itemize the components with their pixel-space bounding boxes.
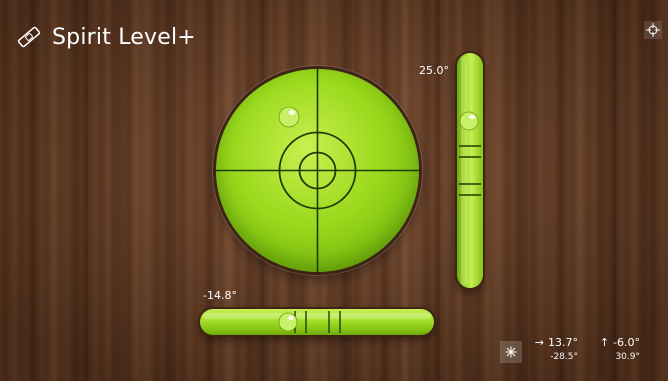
arrow-up-icon: ↑ xyxy=(599,336,610,349)
vertical-tube-graphic xyxy=(459,56,481,285)
y-angle-readout: ↑ -6.0° 30.9° xyxy=(600,336,640,362)
calibration-settings-button[interactable] xyxy=(644,21,662,39)
spirit-level-app: Spirit Level+ 25.0° -14.8° → 13.7° -28.5… xyxy=(0,0,668,381)
x-angle-value: 13.7° xyxy=(548,336,578,349)
horizontal-angle-label: -14.8° xyxy=(203,289,237,302)
arrow-right-icon: → xyxy=(534,336,544,349)
app-title: Spirit Level+ xyxy=(52,24,196,50)
x-angle-readout: → 13.7° -28.5° xyxy=(534,336,578,362)
y-angle-value: -6.0° xyxy=(613,336,640,349)
horizontal-tube-graphic xyxy=(203,311,431,333)
bullseye-graphic xyxy=(216,69,419,272)
bubble xyxy=(459,111,479,131)
bullseye-level xyxy=(216,69,419,272)
snowflake-icon xyxy=(505,346,517,358)
horizontal-tube-level xyxy=(200,309,434,335)
crosshair-settings-icon xyxy=(646,23,660,37)
app-header: Spirit Level+ xyxy=(16,20,196,54)
vertical-angle-label: 25.0° xyxy=(419,64,449,77)
x-angle-secondary: -28.5° xyxy=(550,352,578,362)
bubble xyxy=(278,106,300,128)
y-angle-secondary: 30.9° xyxy=(615,352,640,362)
calibrate-button[interactable] xyxy=(500,341,522,363)
level-icon xyxy=(17,26,41,48)
bubble xyxy=(278,312,298,332)
vertical-tube-level xyxy=(457,53,483,288)
